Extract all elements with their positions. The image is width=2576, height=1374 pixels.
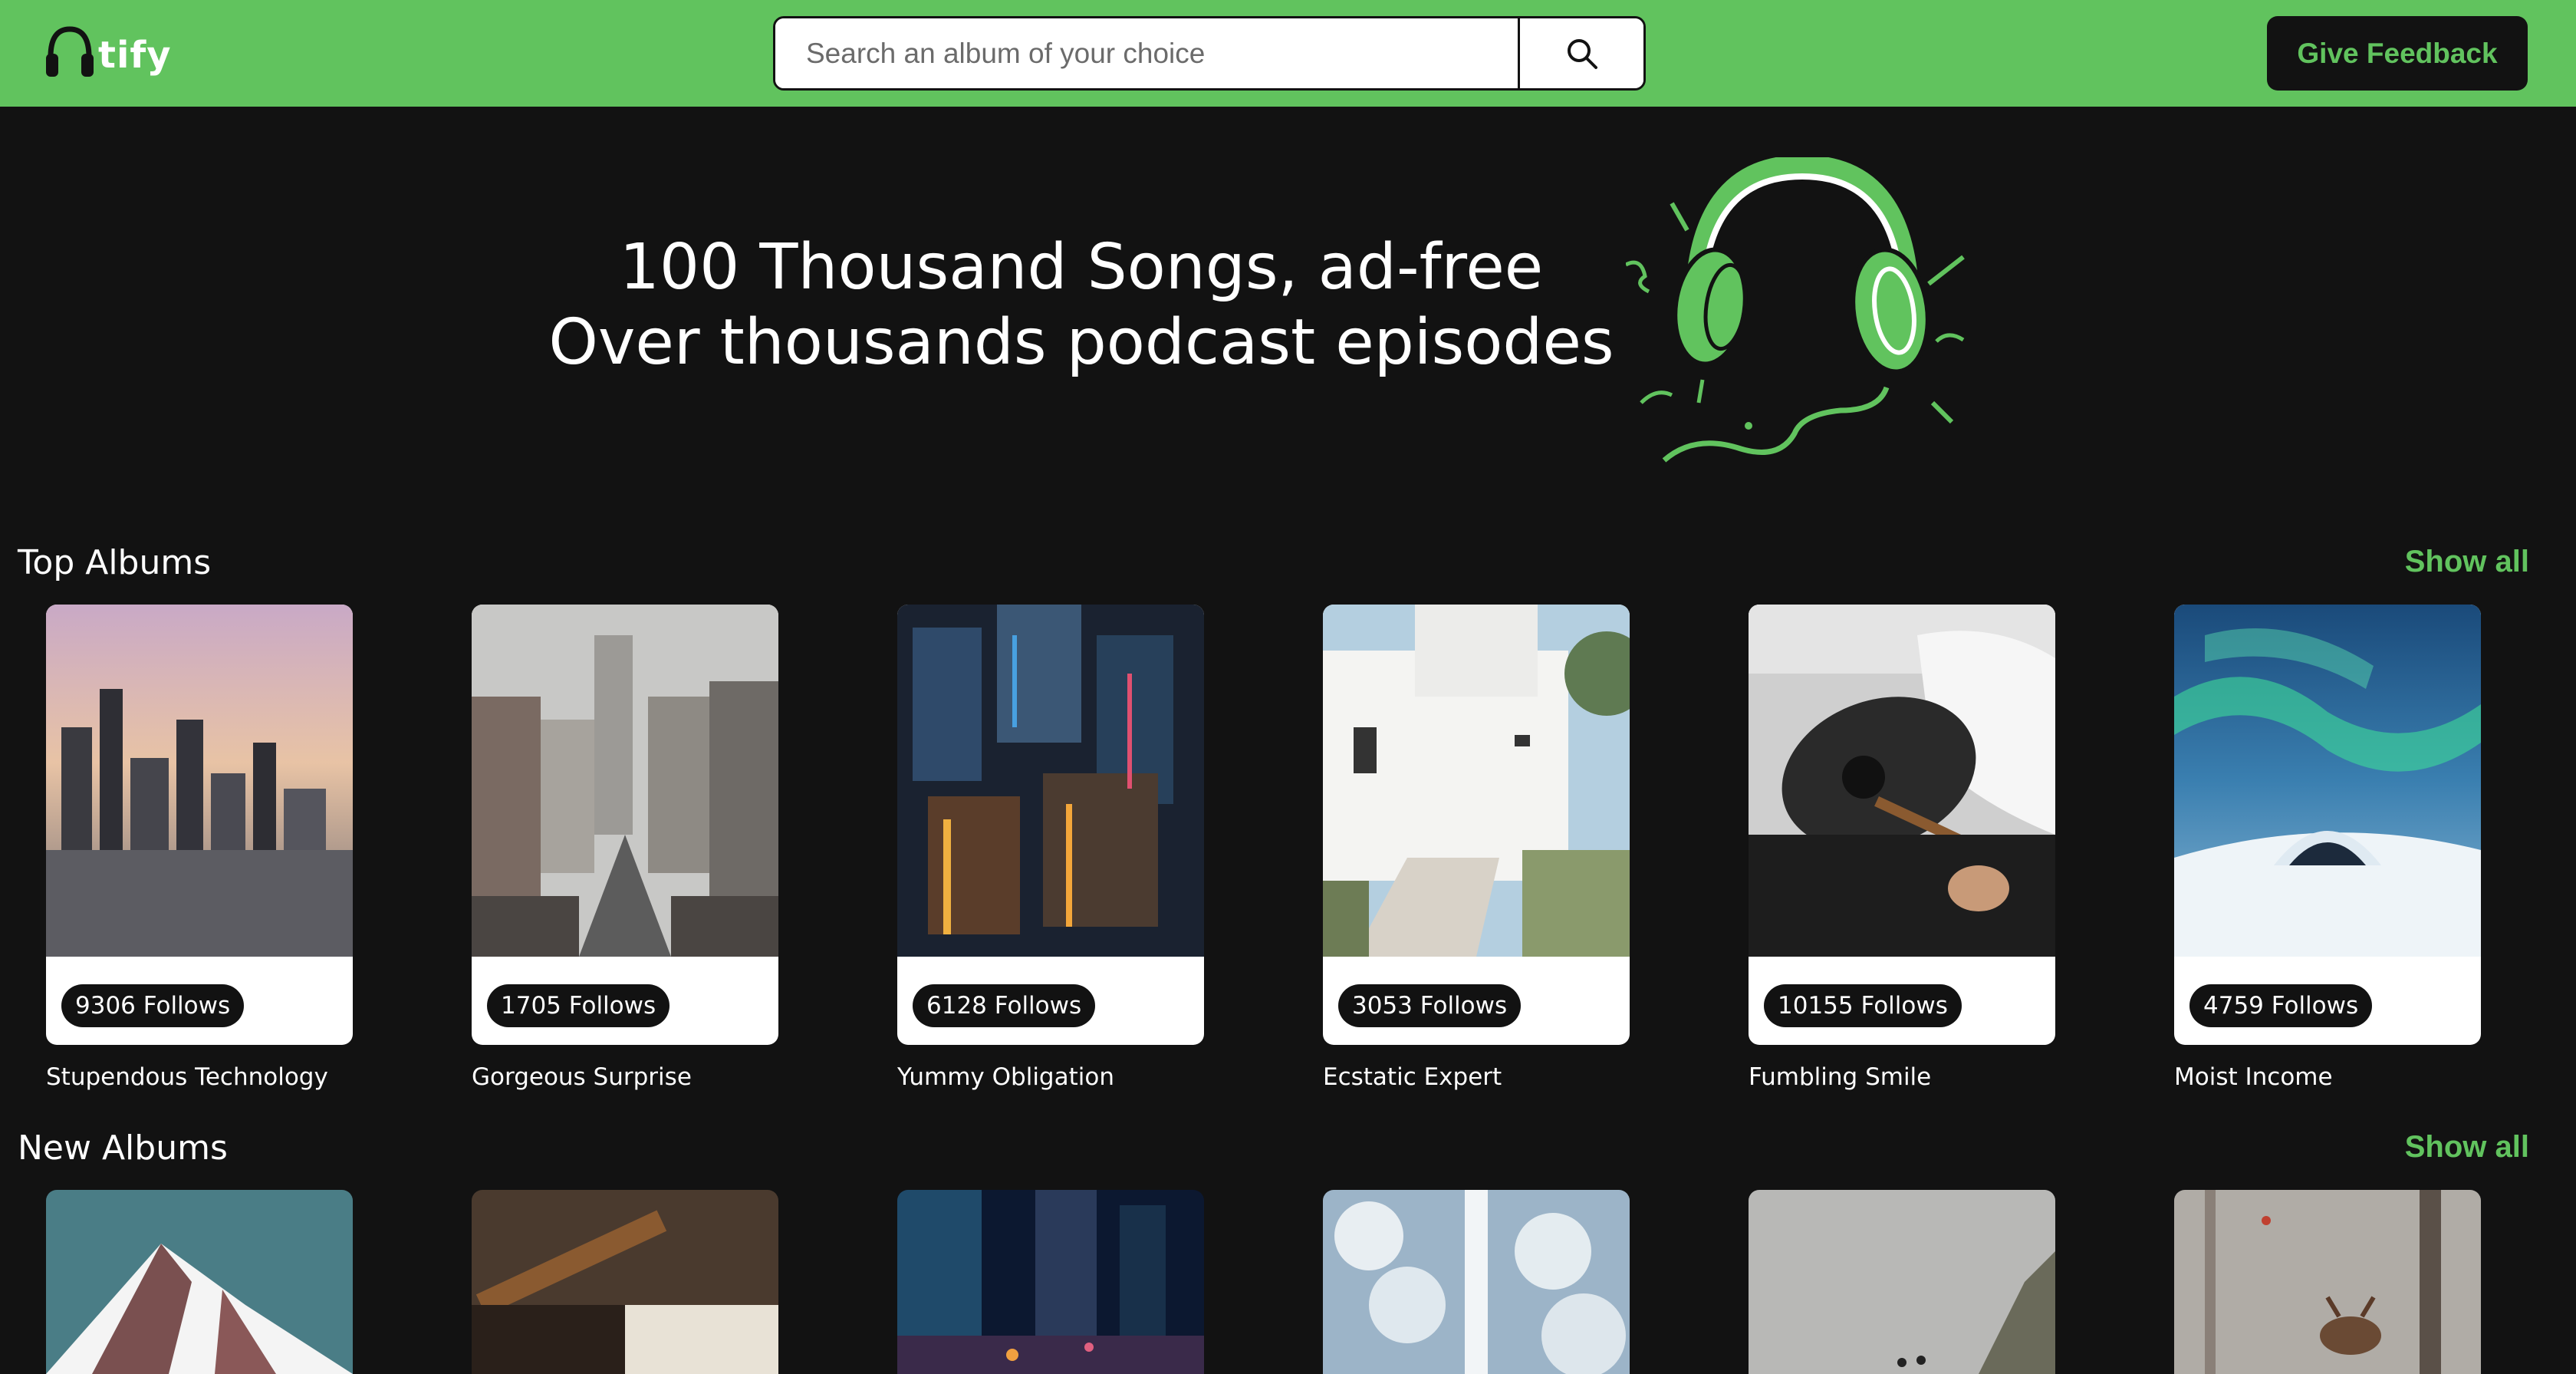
give-feedback-button[interactable]: Give Feedback — [2267, 16, 2528, 91]
album-card[interactable]: 6128 Follows — [897, 605, 1204, 1045]
album-art — [472, 605, 778, 957]
top-albums-title: Top Albums — [18, 543, 212, 582]
album-card[interactable]: 1705 Follows — [472, 605, 778, 1045]
headphones-illustration — [1626, 157, 1965, 463]
follows-badge: 4759 Follows — [2189, 984, 2373, 1027]
top-navbar: tify Give Feedback — [0, 0, 2576, 107]
album-title[interactable]: Moist Income — [2174, 1063, 2481, 1091]
album-card[interactable]: 10155 Follows — [1749, 605, 2055, 1045]
hero-line-1: 100 Thousand Songs, ad-free — [619, 231, 1544, 304]
album-art — [2174, 605, 2481, 957]
album-art — [897, 1190, 1204, 1374]
follows-badge: 3053 Follows — [1338, 984, 1522, 1027]
album-card[interactable]: 3053 Follows — [1323, 605, 1630, 1045]
album-art — [1323, 605, 1630, 957]
album-title[interactable]: Yummy Obligation — [897, 1063, 1204, 1091]
album-card[interactable] — [2174, 1190, 2481, 1374]
new-albums-title: New Albums — [18, 1129, 228, 1168]
follows-badge: 10155 Follows — [1764, 984, 1962, 1027]
album-art — [1323, 1190, 1630, 1374]
follows-badge: 6128 Follows — [913, 984, 1096, 1027]
headphones-icon — [46, 26, 94, 77]
top-albums-show-all[interactable]: Show all — [2405, 545, 2529, 579]
album-art — [472, 1190, 778, 1374]
album-card[interactable]: 4759 Follows — [2174, 605, 2481, 1045]
album-title[interactable]: Stupendous Technology — [46, 1063, 353, 1091]
album-art — [897, 605, 1204, 957]
album-card[interactable] — [472, 1190, 778, 1374]
album-card[interactable] — [1323, 1190, 1630, 1374]
album-art — [1749, 1190, 2055, 1374]
album-art — [1749, 605, 2055, 957]
album-title[interactable]: Gorgeous Surprise — [472, 1063, 778, 1091]
album-card[interactable]: 9306 Follows — [46, 605, 353, 1045]
logo[interactable]: tify — [44, 23, 171, 83]
album-art — [2174, 1190, 2481, 1374]
follows-badge: 9306 Follows — [61, 984, 245, 1027]
album-title[interactable]: Fumbling Smile — [1749, 1063, 2055, 1091]
album-card[interactable] — [1749, 1190, 2055, 1374]
search-icon — [1567, 38, 1597, 69]
album-card[interactable] — [46, 1190, 353, 1374]
album-art — [46, 1190, 353, 1374]
hero-line-2: Over thousands podcast episodes — [548, 306, 1614, 379]
follows-badge: 1705 Follows — [487, 984, 670, 1027]
hero-heading: 100 Thousand Songs, ad-free Over thousan… — [537, 230, 1626, 381]
search-input[interactable] — [775, 18, 1518, 88]
new-albums-show-all[interactable]: Show all — [2405, 1130, 2529, 1165]
album-card[interactable] — [897, 1190, 1204, 1374]
search-bar — [773, 16, 1646, 91]
search-button[interactable] — [1518, 18, 1643, 88]
album-art — [46, 605, 353, 957]
logo-text: tify — [98, 34, 172, 77]
album-title[interactable]: Ecstatic Expert — [1323, 1063, 1630, 1091]
